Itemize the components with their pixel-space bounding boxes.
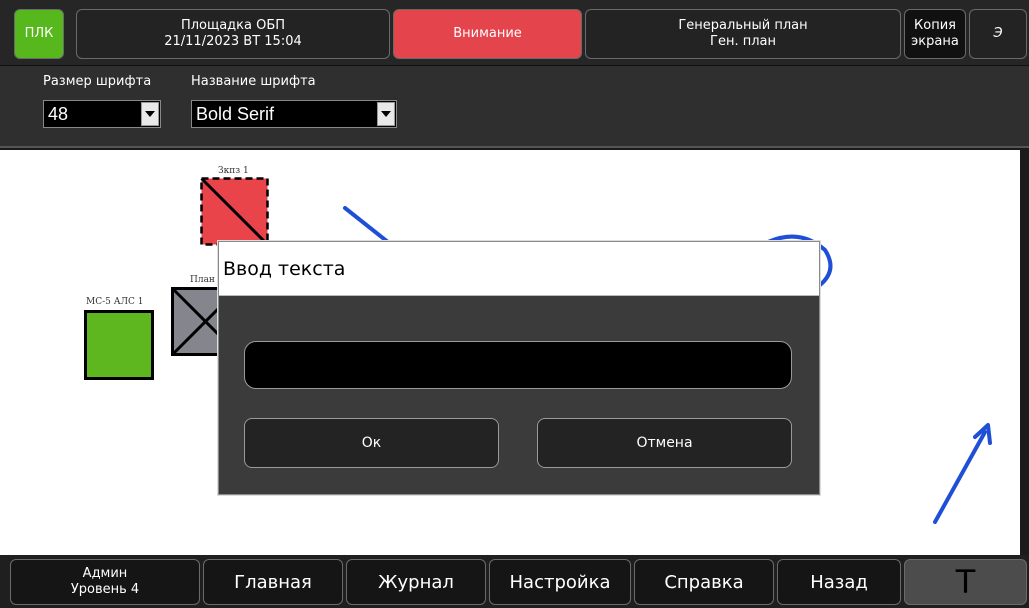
- cancel-button[interactable]: Отмена: [537, 418, 792, 468]
- screenshot-label-2: экрана: [911, 34, 959, 49]
- font-size-value: 48: [48, 104, 69, 124]
- help-button[interactable]: Справка: [634, 559, 774, 605]
- settings-label: Настройка: [509, 571, 611, 593]
- home-label: Главная: [234, 571, 312, 593]
- user-name: Админ: [82, 566, 128, 581]
- chevron-down-icon: [141, 102, 159, 126]
- top-bar: ПЛК Площадка ОБП 21/11/2023 ВТ 15:04 Вни…: [0, 0, 1029, 66]
- home-button[interactable]: Главная: [203, 559, 343, 605]
- plc-button[interactable]: ПЛК: [14, 9, 64, 59]
- journal-label: Журнал: [378, 571, 454, 593]
- font-name-label: Название шрифта: [191, 74, 316, 89]
- text-input-dialog: Ввод текста Ок Отмена: [218, 241, 820, 495]
- back-label: Назад: [810, 571, 868, 593]
- font-toolbar: Размер шрифта 48 Название шрифта Bold Se…: [0, 66, 1029, 148]
- screenshot-button[interactable]: Копия экрана: [904, 9, 966, 59]
- font-name-select[interactable]: Bold Serif: [191, 100, 397, 128]
- font-name-value: Bold Serif: [196, 104, 275, 124]
- alert-label: Внимание: [453, 26, 522, 41]
- font-size-label: Размер шрифта: [43, 74, 152, 89]
- settings-button[interactable]: Настройка: [489, 559, 631, 605]
- annotation-arrow: [933, 430, 987, 524]
- font-size-select[interactable]: 48: [43, 100, 161, 128]
- site-name: Площадка ОБП: [180, 18, 286, 33]
- dialog-title: Ввод текста: [219, 242, 819, 296]
- user-button[interactable]: Админ Уровень 4: [10, 559, 200, 605]
- text-tool-icon: T: [955, 563, 976, 601]
- alert-button[interactable]: Внимание: [393, 9, 582, 59]
- language-button[interactable]: Э: [969, 9, 1027, 59]
- text-tool-button[interactable]: T: [904, 559, 1027, 605]
- chevron-down-icon: [377, 102, 395, 126]
- ok-button[interactable]: Ок: [244, 418, 499, 468]
- user-level: Уровень 4: [70, 582, 140, 597]
- text-input[interactable]: [244, 341, 792, 389]
- plan-select-button[interactable]: Генеральный план Ген. план: [585, 9, 901, 59]
- bottom-bar: Админ Уровень 4 Главная Журнал Настройка…: [0, 555, 1029, 608]
- back-button[interactable]: Назад: [777, 559, 901, 605]
- plan-subtitle: Ген. план: [710, 34, 776, 49]
- language-label: Э: [993, 26, 1003, 41]
- ok-label: Ок: [361, 435, 382, 451]
- site-info-button[interactable]: Площадка ОБП 21/11/2023 ВТ 15:04: [76, 9, 390, 59]
- plc-label: ПЛК: [24, 26, 54, 41]
- help-label: Справка: [664, 571, 744, 593]
- cancel-label: Отмена: [636, 435, 693, 451]
- datetime-display: 21/11/2023 ВТ 15:04: [164, 34, 302, 49]
- screenshot-label-1: Копия: [914, 18, 956, 33]
- plan-title: Генеральный план: [678, 18, 808, 33]
- journal-button[interactable]: Журнал: [346, 559, 486, 605]
